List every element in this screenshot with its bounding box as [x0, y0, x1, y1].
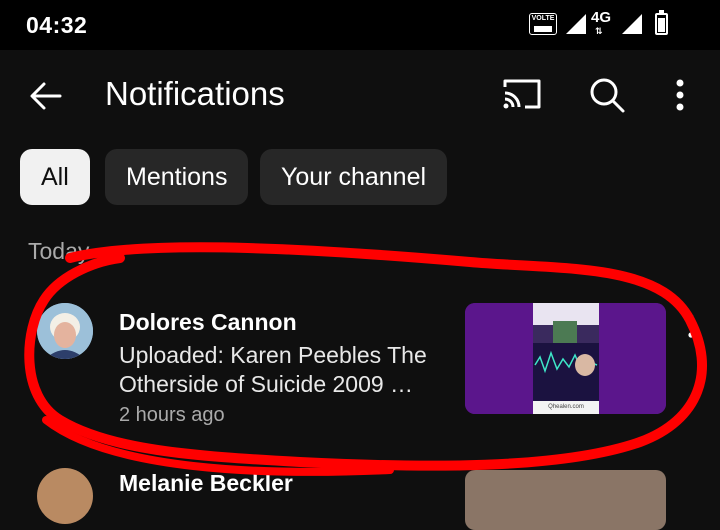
filter-chip-mentions[interactable]: Mentions	[105, 149, 249, 205]
channel-avatar[interactable]	[37, 468, 93, 524]
notification-item[interactable]: Melanie Beckler	[0, 462, 720, 530]
channel-avatar[interactable]	[37, 303, 93, 359]
notification-item[interactable]: Dolores Cannon Uploaded: Karen Peebles T…	[0, 295, 720, 426]
video-thumbnail[interactable]: Qhealen.com	[465, 303, 666, 414]
notification-channel: Dolores Cannon	[119, 309, 297, 335]
volte-icon: VOLTE	[529, 13, 557, 35]
network-type-label: 4G	[591, 9, 612, 26]
signal-icon	[566, 14, 586, 34]
video-thumbnail[interactable]	[465, 470, 666, 530]
filter-chip-your-channel[interactable]: Your channel	[260, 149, 448, 205]
search-icon[interactable]	[588, 76, 626, 114]
network-type-icon: 4G ⇅	[591, 9, 612, 36]
thumbnail-footer: Qhealen.com	[548, 404, 584, 410]
cast-icon[interactable]	[503, 77, 541, 111]
status-bar: 04:32 VOLTE 4G ⇅	[0, 0, 720, 50]
volte-label: VOLTE	[531, 15, 555, 22]
section-header-today: Today	[28, 238, 90, 264]
battery-icon	[655, 10, 668, 35]
notification-text: Uploaded: Karen Peebles The Otherside of…	[119, 342, 427, 397]
status-time: 04:32	[26, 12, 88, 38]
filter-chip-all[interactable]: All	[20, 149, 90, 205]
page-title: Notifications	[105, 75, 285, 112]
notification-channel: Melanie Beckler	[119, 470, 293, 496]
app-bar: Notifications	[0, 50, 720, 140]
more-options-icon[interactable]	[668, 78, 692, 112]
notification-time: 2 hours ago	[119, 404, 225, 426]
back-arrow-icon[interactable]	[26, 76, 66, 116]
notification-menu-icon[interactable]	[682, 313, 700, 343]
signal-icon-2	[622, 14, 642, 34]
